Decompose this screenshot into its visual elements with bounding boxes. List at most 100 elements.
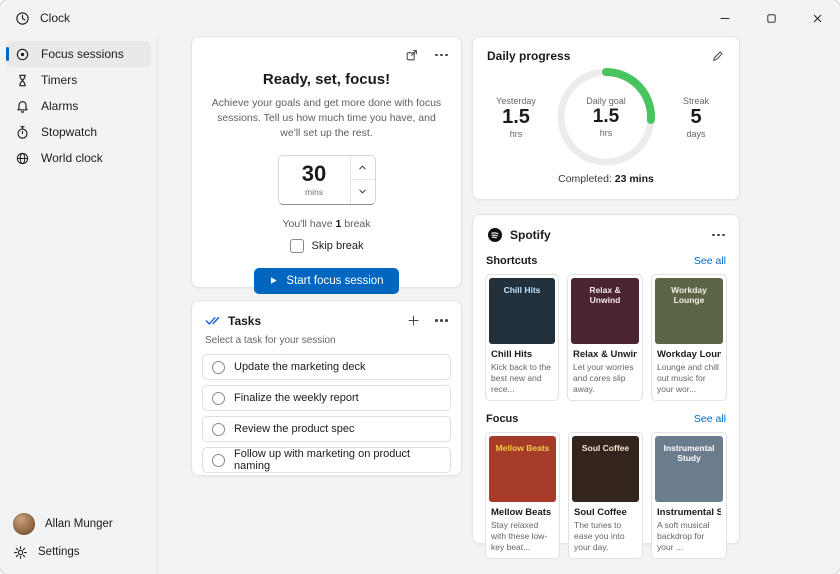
- title-bar: Clock: [0, 0, 840, 36]
- shortcuts-playlist-row: Chill Hits Chill Hits Kick back to the b…: [473, 274, 739, 401]
- tasks-title: Tasks: [228, 314, 261, 328]
- clock-app-icon: [15, 11, 30, 26]
- sidebar-item-timers[interactable]: Timers: [6, 67, 151, 93]
- skip-break-checkbox[interactable]: [290, 239, 304, 253]
- user-profile[interactable]: Allan Munger: [6, 510, 151, 538]
- completed-value: 23 mins: [615, 173, 654, 185]
- sidebar-item-label: World clock: [41, 151, 103, 165]
- shortcuts-section-title: Shortcuts: [486, 255, 537, 267]
- tasks-card: Tasks Select a task for your session Upd…: [191, 300, 462, 476]
- playlist-description: A soft musical backdrop for your ...: [657, 520, 721, 553]
- playlist-art-label: Relax & Unwind: [573, 285, 637, 305]
- playlist-title: Mellow Beats: [491, 507, 554, 518]
- task-label: Follow up with marketing on product nami…: [234, 448, 441, 472]
- sidebar: Focus sessions Timers Alarms Stopwatch W…: [0, 36, 158, 574]
- playlist-art: Relax & Unwind: [571, 278, 639, 344]
- sidebar-item-stopwatch[interactable]: Stopwatch: [6, 119, 151, 145]
- playlist-description: Kick back to the best new and rece...: [491, 362, 553, 395]
- minutes-unit: mins: [305, 187, 323, 197]
- sidebar-item-label: Timers: [41, 73, 77, 87]
- minutes-value[interactable]: 30: [302, 163, 326, 185]
- task-row[interactable]: Review the product spec: [202, 416, 451, 442]
- playlist-description: Stay relaxed with these low-key beat...: [491, 520, 554, 553]
- tasks-check-icon: [205, 313, 220, 328]
- daily-goal-unit: hrs: [600, 128, 613, 138]
- task-row[interactable]: Follow up with marketing on product nami…: [202, 447, 451, 473]
- spinner-increase-button[interactable]: [351, 156, 375, 181]
- timers-icon: [15, 73, 30, 88]
- focus-playlist-row: Mellow Beats Mellow Beats Stay relaxed w…: [473, 432, 739, 559]
- tasks-more-options-icon[interactable]: [435, 319, 448, 322]
- playlist-art: Chill Hits: [489, 278, 555, 344]
- playlist-card[interactable]: Instrumental Study Instrumental Study A …: [651, 432, 727, 559]
- focus-title: Ready, set, focus!: [192, 71, 461, 88]
- daily-progress-card: Daily progress Yesterday 1.5 hrs: [472, 36, 740, 200]
- add-task-icon[interactable]: [407, 314, 420, 327]
- yesterday-value: 1.5: [487, 106, 545, 129]
- clock-app-window: Clock Focus sessions Timers Alarms Stopw…: [0, 0, 840, 574]
- avatar: [13, 513, 35, 535]
- playlist-art-label: Workday Lounge: [657, 285, 721, 305]
- playlist-title: Soul Coffee: [574, 507, 637, 518]
- alarms-icon: [15, 99, 30, 114]
- task-row[interactable]: Update the marketing deck: [202, 354, 451, 380]
- spotify-title: Spotify: [510, 228, 551, 242]
- daily-goal-label: Daily goal: [586, 96, 626, 106]
- break-info: You'll have 1 break: [192, 218, 461, 230]
- sidebar-item-focus-sessions[interactable]: Focus sessions: [6, 41, 151, 67]
- shortcuts-see-all-link[interactable]: See all: [694, 255, 726, 267]
- sidebar-item-label: Stopwatch: [41, 125, 97, 139]
- minimize-button[interactable]: [702, 0, 748, 36]
- task-row[interactable]: Finalize the weekly report: [202, 385, 451, 411]
- task-radio[interactable]: [212, 361, 225, 374]
- sidebar-item-settings[interactable]: Settings: [6, 538, 151, 566]
- playlist-art: Mellow Beats: [489, 436, 556, 502]
- sidebar-item-alarms[interactable]: Alarms: [6, 93, 151, 119]
- playlist-card[interactable]: Mellow Beats Mellow Beats Stay relaxed w…: [485, 432, 560, 559]
- close-button[interactable]: [794, 0, 840, 36]
- daily-goal-value: 1.5: [593, 106, 619, 128]
- task-label: Update the marketing deck: [234, 361, 365, 373]
- playlist-art: Soul Coffee: [572, 436, 639, 502]
- start-button-label: Start focus session: [286, 275, 383, 287]
- playlist-description: The tunes to ease you into your day.: [574, 520, 637, 553]
- task-radio[interactable]: [212, 392, 225, 405]
- streak-value: 5: [667, 106, 725, 129]
- sidebar-bottom: Allan Munger Settings: [6, 510, 151, 566]
- streak-stat: Streak 5 days: [667, 96, 725, 139]
- spotify-more-options-icon[interactable]: [712, 234, 725, 237]
- playlist-card[interactable]: Chill Hits Chill Hits Kick back to the b…: [485, 274, 559, 401]
- focus-see-all-link[interactable]: See all: [694, 413, 726, 425]
- sidebar-item-world-clock[interactable]: World clock: [6, 145, 151, 171]
- focus-section-title: Focus: [486, 413, 518, 425]
- playlist-title: Relax & Unwind: [573, 349, 637, 360]
- playlist-art-label: Soul Coffee: [574, 443, 637, 453]
- focus-session-card: Ready, set, focus! Achieve your goals an…: [191, 36, 462, 288]
- task-radio[interactable]: [212, 423, 225, 436]
- chevron-down-icon: [358, 187, 367, 196]
- skip-break-label: Skip break: [312, 240, 364, 252]
- edit-pencil-icon[interactable]: [711, 49, 725, 63]
- playlist-art-label: Instrumental Study: [657, 443, 721, 463]
- daily-progress-title: Daily progress: [487, 49, 570, 63]
- more-options-icon[interactable]: [435, 54, 448, 57]
- start-focus-session-button[interactable]: Start focus session: [254, 268, 398, 294]
- gear-icon: [13, 545, 28, 560]
- playlist-art: Workday Lounge: [655, 278, 723, 344]
- playlist-title: Workday Lounge: [657, 349, 721, 360]
- maximize-button[interactable]: [748, 0, 794, 36]
- minutes-value-box[interactable]: 30 mins: [279, 156, 350, 204]
- popout-icon[interactable]: [405, 48, 419, 62]
- spinner-decrease-button[interactable]: [351, 180, 375, 204]
- playlist-card[interactable]: Relax & Unwind Relax & Unwind Let your w…: [567, 274, 643, 401]
- playlist-title: Instrumental Study: [657, 507, 721, 518]
- chevron-up-icon: [358, 163, 367, 172]
- playlist-card[interactable]: Soul Coffee Soul Coffee The tunes to eas…: [568, 432, 643, 559]
- task-radio[interactable]: [212, 454, 225, 467]
- sidebar-item-label: Alarms: [41, 99, 78, 113]
- window-title: Clock: [40, 11, 70, 25]
- world-clock-icon: [15, 151, 30, 166]
- playlist-card[interactable]: Workday Lounge Workday Lounge Lounge and…: [651, 274, 727, 401]
- progress-ring: Daily goal 1.5 hrs: [552, 63, 660, 171]
- minutes-spinner: 30 mins: [278, 155, 376, 205]
